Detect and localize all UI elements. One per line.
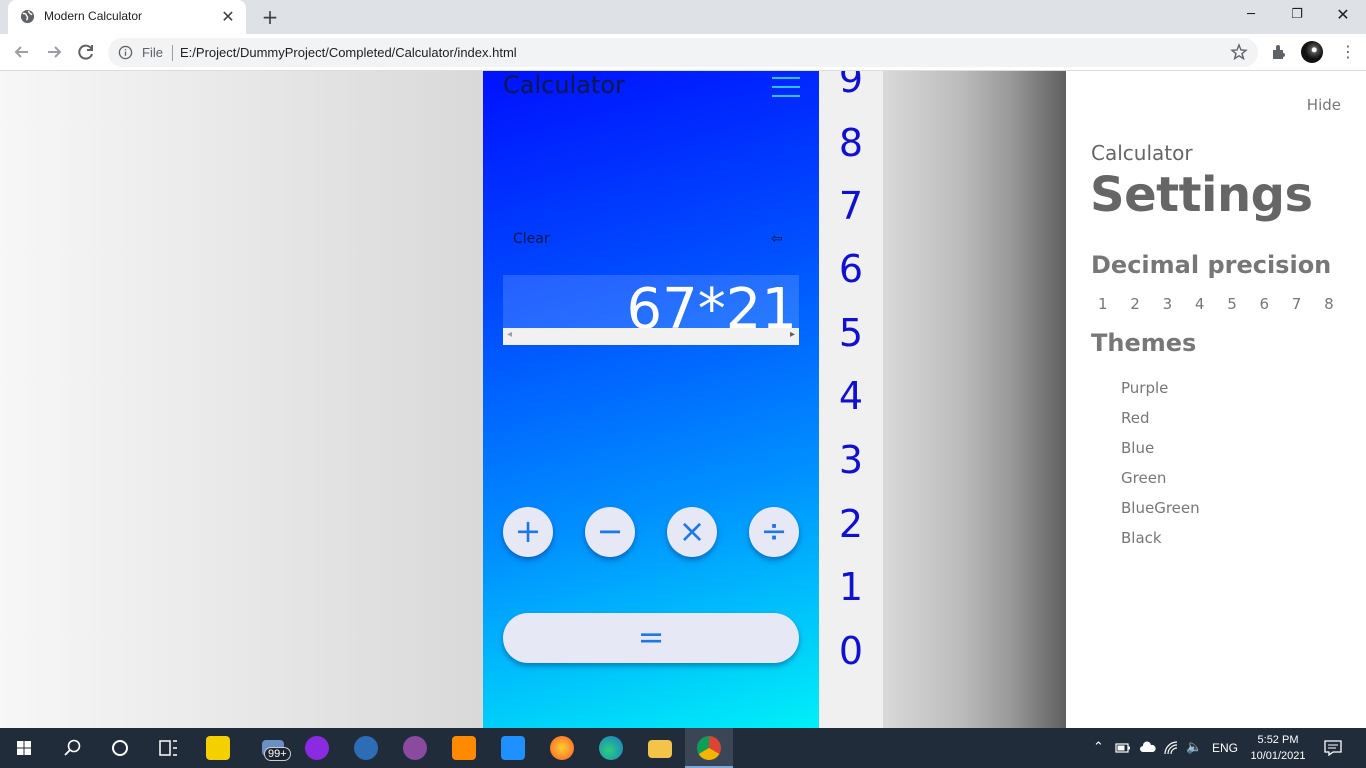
address-separator [172,45,173,61]
calculator-panel: Calculator Clear ⇦ 67*21 ◂ ▸ + − × ÷ = [483,71,819,728]
notification-badge: 99+ [264,747,291,761]
new-tab-button[interactable]: + [256,4,284,30]
digit-0-button[interactable]: 0 [819,629,883,673]
digit-7-button[interactable]: 7 [819,184,883,228]
scroll-right-icon[interactable]: ▸ [790,329,795,340]
precision-option[interactable]: 2 [1130,295,1162,313]
calculator-title: Calculator [503,71,625,99]
themes-heading: Themes [1091,329,1197,357]
address-bar[interactable]: File E:/Project/DummyProject/Completed/C… [108,38,1258,67]
globe-icon [20,9,35,24]
digit-5-button[interactable]: 5 [819,311,883,355]
theme-option-red[interactable]: Red [1121,409,1200,439]
theme-option-black[interactable]: Black [1121,529,1200,559]
notifications-icon[interactable] [1324,740,1342,756]
multiply-button[interactable]: × [667,507,717,557]
precision-option[interactable]: 3 [1163,295,1195,313]
cortana-icon[interactable] [96,728,144,768]
mail-app-icon[interactable]: 99+ [250,728,298,768]
hide-settings-link[interactable]: Hide [1307,96,1341,114]
add-button[interactable]: + [503,507,553,557]
browser-tab-strip: Modern Calculator ✕ + ─ ❐ ✕ [0,0,1366,34]
digit-1-button[interactable]: 1 [819,565,883,609]
reload-icon[interactable] [73,39,99,65]
info-icon[interactable] [118,45,133,60]
battery-icon[interactable] [1115,741,1131,755]
digit-6-button[interactable]: 6 [819,247,883,291]
firefox-icon[interactable] [538,728,586,768]
precision-option[interactable]: 5 [1227,295,1259,313]
precision-option[interactable]: 6 [1259,295,1291,313]
theme-option-bluegreen[interactable]: BlueGreen [1121,499,1200,529]
backspace-icon[interactable]: ⇦ [771,231,783,247]
theme-list: Purple Red Blue Green BlueGreen Black [1121,379,1200,559]
page-viewport: Calculator Clear ⇦ 67*21 ◂ ▸ + − × ÷ = 9… [0,71,1366,728]
chevron-up-icon[interactable]: ⌃ [1093,739,1104,755]
clock-date: 10/01/2021 [1250,750,1306,762]
settings-panel: Hide Calculator Settings Decimal precisi… [1066,71,1366,728]
file-explorer-icon[interactable] [636,728,684,768]
system-clock[interactable]: 5:52 PM 10/01/2021 [1248,732,1308,764]
close-window-button[interactable]: ✕ [1320,0,1366,30]
media-player-icon[interactable] [194,728,242,768]
settings-title: Settings [1090,167,1313,223]
precision-option[interactable]: 4 [1195,295,1227,313]
chrome-icon[interactable] [685,728,733,768]
display-scrollbar[interactable]: ◂ ▸ [503,328,799,345]
clock-time: 5:52 PM [1257,734,1299,746]
theme-option-purple[interactable]: Purple [1121,379,1200,409]
digit-8-button[interactable]: 8 [819,121,883,165]
windows-taskbar: 99+ ⌃ 🔈 ENG 5:52 PM 10/01/2021 [0,728,1366,768]
search-icon[interactable] [48,728,96,768]
address-url[interactable]: E:/Project/DummyProject/Completed/Calcul… [180,45,517,60]
browser-menu-icon[interactable]: ⋮ [1340,41,1356,63]
app-window-icon[interactable] [489,728,537,768]
cat-app-icon[interactable] [391,728,439,768]
precision-options: 1 2 3 4 5 6 7 8 [1098,295,1356,313]
windows-start-icon[interactable] [0,728,48,768]
precision-option[interactable]: 8 [1324,295,1356,313]
digit-3-button[interactable]: 3 [819,438,883,482]
scheme-label: File [142,45,163,60]
theme-option-green[interactable]: Green [1121,469,1200,499]
w-app-icon[interactable] [342,728,390,768]
browser-toolbar: File E:/Project/DummyProject/Completed/C… [0,34,1366,71]
equals-button[interactable]: = [503,613,799,663]
wifi-icon[interactable] [1163,740,1179,756]
hamburger-menu-icon[interactable] [772,77,800,97]
task-view-icon[interactable] [144,728,192,768]
tab-title: Modern Calculator [44,9,143,23]
digit-9-button[interactable]: 9 [819,71,883,101]
podcast-app-icon[interactable] [293,728,341,768]
precision-option[interactable]: 1 [1098,295,1130,313]
digit-strip: 9 8 7 6 5 4 3 2 1 0 [819,71,883,728]
extensions-icon[interactable] [1268,41,1290,63]
decimal-precision-heading: Decimal precision [1091,251,1332,279]
digit-4-button[interactable]: 4 [819,374,883,418]
tab-close-icon[interactable]: ✕ [216,5,240,29]
back-icon[interactable] [9,39,35,65]
settings-subtitle: Calculator [1091,141,1193,165]
theme-option-blue[interactable]: Blue [1121,439,1200,469]
language-indicator[interactable]: ENG [1212,741,1238,755]
minimize-button[interactable]: ─ [1228,0,1274,30]
clear-button[interactable]: Clear [513,231,550,247]
volume-icon[interactable]: 🔈 [1186,739,1202,755]
scroll-left-icon[interactable]: ◂ [507,329,512,340]
bookmark-star-icon[interactable] [1230,43,1248,61]
sublime-text-icon[interactable] [440,728,488,768]
digit-2-button[interactable]: 2 [819,502,883,546]
profile-avatar[interactable] [1301,41,1323,63]
browser-tab[interactable]: Modern Calculator ✕ [8,0,246,34]
forward-icon[interactable] [41,39,67,65]
edge-icon[interactable] [587,728,635,768]
precision-option[interactable]: 7 [1292,295,1324,313]
cloud-icon[interactable] [1139,741,1157,755]
divide-button[interactable]: ÷ [749,507,799,557]
subtract-button[interactable]: − [585,507,635,557]
restore-button[interactable]: ❐ [1274,0,1320,30]
